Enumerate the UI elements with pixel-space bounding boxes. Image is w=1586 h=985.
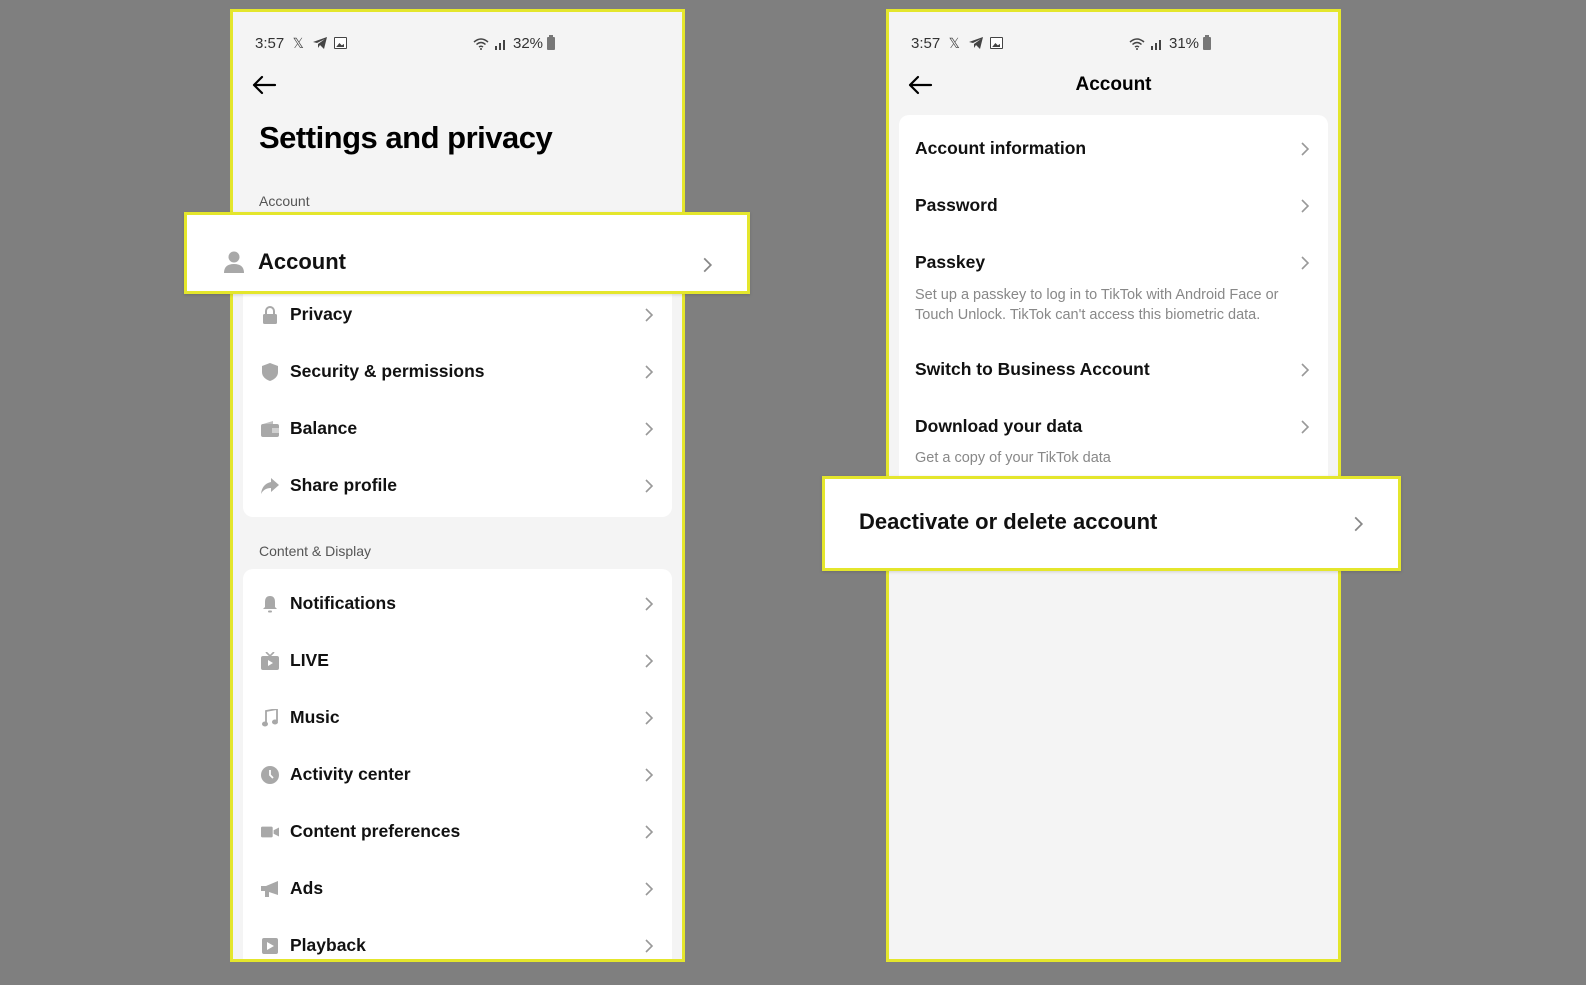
settings-item-music[interactable]: Music xyxy=(243,689,672,746)
battery-percent: 31% xyxy=(1169,34,1200,52)
account-item-label: Deactivate or delete account xyxy=(859,509,1158,534)
content-display-card: Notifications LIVE Music Activity center xyxy=(243,569,672,959)
page-title: Account xyxy=(1075,74,1152,95)
settings-item-label: Activity center xyxy=(290,764,411,784)
signal-icon xyxy=(493,35,509,51)
settings-item-content-preferences[interactable]: Content preferences xyxy=(243,803,672,860)
chevron-right-icon xyxy=(645,824,654,839)
settings-item-notifications[interactable]: Notifications xyxy=(243,575,672,632)
account-item-subtitle: Set up a passkey to log in to TikTok wit… xyxy=(915,287,1279,323)
settings-item-label: Playback xyxy=(290,935,366,955)
person-icon xyxy=(224,251,244,278)
chevron-right-icon xyxy=(645,653,654,668)
settings-item-account[interactable]: Account xyxy=(184,212,750,294)
settings-item-label: Ads xyxy=(290,878,324,898)
account-item-subtitle: Get a copy of your TikTok data xyxy=(915,450,1111,466)
share-icon xyxy=(261,477,279,495)
chevron-right-icon xyxy=(1301,420,1310,434)
wifi-icon xyxy=(473,35,489,51)
status-bar: 3:57 𝕏 32% xyxy=(255,32,660,54)
account-item-download-data[interactable]: Download your data Get a copy of your Ti… xyxy=(899,393,1328,485)
section-label-content-display: Content & Display xyxy=(259,543,372,559)
wifi-icon xyxy=(1129,35,1145,51)
settings-item-share-profile[interactable]: Share profile xyxy=(243,457,672,514)
account-item-password[interactable]: Password xyxy=(899,172,1328,229)
wallet-icon xyxy=(261,420,279,438)
chevron-right-icon xyxy=(645,881,654,896)
account-item-label: Account information xyxy=(915,138,1087,158)
settings-item-ads[interactable]: Ads xyxy=(243,860,672,917)
battery-icon xyxy=(1203,34,1212,50)
settings-item-label: Share profile xyxy=(290,475,397,495)
settings-item-label: Balance xyxy=(290,418,358,438)
lock-icon xyxy=(261,305,279,324)
telegram-icon xyxy=(968,35,984,51)
settings-item-label: Account xyxy=(258,249,346,274)
chevron-right-icon xyxy=(1301,142,1310,156)
music-note-icon xyxy=(261,708,279,727)
section-label-account: Account xyxy=(259,193,310,209)
account-item-passkey[interactable]: Passkey Set up a passkey to log in to Ti… xyxy=(899,229,1328,336)
image-icon xyxy=(334,37,348,49)
chevron-right-icon xyxy=(645,596,654,611)
settings-item-label: Privacy xyxy=(290,304,353,324)
account-item-label: Passkey xyxy=(915,252,986,272)
chevron-right-icon xyxy=(1354,516,1364,532)
status-time: 3:57 xyxy=(911,34,941,52)
telegram-icon xyxy=(312,35,328,51)
chevron-right-icon xyxy=(645,710,654,725)
settings-item-activity-center[interactable]: Activity center xyxy=(243,746,672,803)
settings-item-security[interactable]: Security & permissions xyxy=(243,343,672,400)
settings-item-label: Security & permissions xyxy=(290,361,485,381)
settings-item-label: Notifications xyxy=(290,593,396,613)
chevron-right-icon xyxy=(1301,199,1310,213)
signal-icon xyxy=(1149,35,1165,51)
back-button[interactable] xyxy=(251,74,279,98)
settings-item-balance[interactable]: Balance xyxy=(243,400,672,457)
x-logo-icon: 𝕏 xyxy=(948,34,960,51)
chevron-right-icon xyxy=(1301,363,1310,377)
settings-and-privacy-screen: 3:57 𝕏 32% Settings and privacy Account xyxy=(230,9,685,962)
image-icon xyxy=(990,37,1004,49)
chevron-right-icon xyxy=(645,364,654,379)
chevron-right-icon xyxy=(645,307,654,322)
account-item-account-information[interactable]: Account information xyxy=(899,115,1328,172)
battery-percent: 32% xyxy=(513,34,544,52)
settings-item-label: Content preferences xyxy=(290,821,461,841)
settings-item-label: Music xyxy=(290,707,340,727)
settings-item-privacy[interactable]: Privacy xyxy=(243,286,672,343)
chevron-right-icon xyxy=(645,421,654,436)
status-bar: 3:57 𝕏 31% xyxy=(911,32,1316,54)
page-title: Settings and privacy xyxy=(259,120,553,155)
account-options-card: Account information Password Passkey Set… xyxy=(899,115,1328,485)
status-time: 3:57 xyxy=(255,34,285,52)
account-item-label: Switch to Business Account xyxy=(915,359,1150,379)
play-icon xyxy=(261,937,279,955)
chevron-right-icon xyxy=(703,257,713,273)
settings-item-playback[interactable]: Playback xyxy=(243,917,672,959)
battery-icon xyxy=(547,34,556,50)
chevron-right-icon xyxy=(645,938,654,953)
account-item-switch-business[interactable]: Switch to Business Account xyxy=(899,336,1328,393)
video-camera-icon xyxy=(261,823,279,841)
shield-icon xyxy=(261,362,279,381)
chevron-right-icon xyxy=(645,478,654,493)
account-item-label: Download your data xyxy=(915,416,1083,436)
megaphone-icon xyxy=(261,880,279,898)
bell-icon xyxy=(261,595,279,613)
chevron-right-icon xyxy=(645,767,654,782)
settings-item-label: LIVE xyxy=(290,650,329,670)
tv-icon xyxy=(261,651,279,670)
account-item-label: Password xyxy=(915,195,998,215)
x-logo-icon: 𝕏 xyxy=(292,34,304,51)
account-item-deactivate-delete[interactable]: Deactivate or delete account xyxy=(822,476,1401,571)
clock-icon xyxy=(261,765,279,784)
chevron-right-icon xyxy=(1301,256,1310,270)
settings-item-live[interactable]: LIVE xyxy=(243,632,672,689)
arrow-left-icon xyxy=(252,75,277,95)
